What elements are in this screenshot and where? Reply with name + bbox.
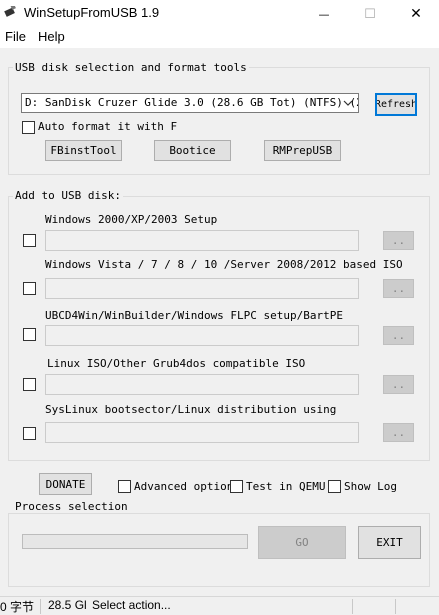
- status-size: 0 字节: [0, 600, 35, 614]
- status-free-space: 28.5 Gl: [48, 598, 87, 612]
- status-bar: 0 字节 28.5 Gl Select action...: [0, 596, 439, 615]
- menu-file[interactable]: File: [5, 28, 26, 48]
- add-to-usb-legend: Add to USB disk:: [13, 189, 123, 202]
- menu-help[interactable]: Help: [38, 28, 65, 48]
- donate-label: DONATE: [45, 477, 86, 491]
- show-log-checkbox[interactable]: [328, 480, 341, 493]
- menu-bar: File Help: [0, 28, 439, 48]
- usb-disk-select[interactable]: D: SanDisk Cruzer Glide 3.0 (28.6 GB Tot…: [21, 93, 359, 113]
- source-checkbox-bartpe[interactable]: [23, 328, 36, 341]
- browse-label: ..: [391, 329, 406, 342]
- usb-app-icon: [4, 6, 16, 17]
- fbinsttool-button[interactable]: FBinstTool: [45, 140, 122, 161]
- donate-button[interactable]: DONATE: [39, 473, 92, 495]
- status-separator: [395, 599, 396, 614]
- go-button[interactable]: GO: [258, 526, 346, 559]
- rmprepusb-label: RMPrepUSB: [272, 144, 333, 157]
- usb-disk-select-value: D: SanDisk Cruzer Glide 3.0 (28.6 GB Tot…: [25, 96, 359, 109]
- rmprepusb-button[interactable]: RMPrepUSB: [264, 140, 341, 161]
- test-qemu-checkbox[interactable]: [230, 480, 243, 493]
- advanced-options-label: Advanced options: [134, 480, 240, 493]
- source-checkbox-winxp[interactable]: [23, 234, 36, 247]
- exit-label: EXIT: [376, 536, 403, 549]
- browse-label: ..: [391, 234, 406, 247]
- browse-label: ..: [391, 426, 406, 439]
- test-qemu-label: Test in QEMU: [246, 480, 326, 493]
- source-path-winxp[interactable]: [45, 230, 359, 251]
- browse-button-linux[interactable]: ..: [383, 375, 414, 394]
- bootice-label: Bootice: [169, 144, 216, 157]
- source-path-vista[interactable]: [45, 278, 359, 299]
- source-checkbox-syslinux[interactable]: [23, 427, 36, 440]
- browse-button-vista[interactable]: ..: [383, 279, 414, 298]
- show-log-label: Show Log: [344, 480, 397, 493]
- refresh-button-label: Refresh: [375, 99, 417, 110]
- auto-format-checkbox[interactable]: [22, 121, 35, 134]
- source-label-linux: Linux ISO/Other Grub4dos compatible ISO: [47, 357, 306, 370]
- browse-button-syslinux[interactable]: ..: [383, 423, 414, 442]
- source-path-linux[interactable]: [45, 374, 359, 395]
- source-label-bartpe: UBCD4Win/WinBuilder/Windows FLPC setup/B…: [45, 309, 344, 322]
- status-separator: [40, 599, 41, 614]
- browse-label: ..: [391, 378, 406, 391]
- browse-button-winxp[interactable]: ..: [383, 231, 414, 250]
- fbinsttool-label: FBinstTool: [50, 144, 117, 157]
- auto-format-label: Auto format it with F: [38, 120, 178, 133]
- source-checkbox-linux[interactable]: [23, 378, 36, 391]
- chevron-down-icon: [340, 94, 356, 112]
- maximize-button[interactable]: ☐: [347, 0, 393, 28]
- close-icon: ✕: [410, 6, 422, 22]
- status-message: Select action...: [92, 598, 171, 612]
- source-label-vista: Windows Vista / 7 / 8 / 10 /Server 2008/…: [45, 258, 403, 271]
- maximize-icon: ☐: [364, 6, 376, 22]
- browse-button-bartpe[interactable]: ..: [383, 326, 414, 345]
- source-path-syslinux[interactable]: [45, 422, 359, 443]
- minimize-icon: —: [318, 7, 330, 21]
- exit-button[interactable]: EXIT: [358, 526, 421, 559]
- usb-selection-legend: USB disk selection and format tools: [13, 61, 249, 74]
- source-path-bartpe[interactable]: [45, 325, 359, 346]
- process-selection-legend: Process selection: [13, 500, 130, 513]
- refresh-button[interactable]: Refresh: [375, 93, 417, 116]
- window-title: WinSetupFromUSB 1.9: [24, 5, 160, 20]
- browse-label: ..: [391, 282, 406, 295]
- close-button[interactable]: ✕: [393, 0, 439, 28]
- bootice-button[interactable]: Bootice: [154, 140, 231, 161]
- source-label-syslinux: SysLinux bootsector/Linux distribution u…: [45, 403, 337, 416]
- minimize-button[interactable]: —: [301, 0, 347, 28]
- status-separator: [352, 599, 353, 614]
- go-label: GO: [295, 536, 309, 549]
- progress-bar: [22, 534, 248, 549]
- advanced-options-checkbox[interactable]: [118, 480, 131, 493]
- title-bar: WinSetupFromUSB 1.9 — ☐ ✕: [0, 0, 439, 28]
- source-checkbox-vista[interactable]: [23, 282, 36, 295]
- source-label-winxp: Windows 2000/XP/2003 Setup: [45, 213, 218, 226]
